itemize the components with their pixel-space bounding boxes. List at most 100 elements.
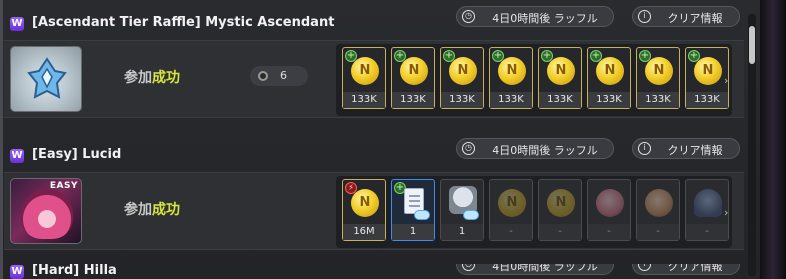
reward-amount: - [686,224,728,240]
participant-count-value: 6 [280,69,287,82]
meso-coin-icon: N [596,57,624,85]
reward-slot[interactable]: + N 133K [685,47,729,109]
join-status: 参加成功 [124,67,180,87]
raffle-timer-pill: ◷ 4日0時間後 ラッフル [456,6,614,27]
difficulty-badge: EASY [49,181,78,191]
reward-slot[interactable]: N- [538,179,582,241]
meso-coin-icon: N [400,57,428,85]
reward-slot[interactable]: + N 133K [636,47,680,109]
background-art [760,0,786,279]
clear-info-button[interactable]: i クリア情報 [632,264,740,275]
meso-coin-icon: N [351,189,379,217]
participant-icon [258,71,268,81]
reward-amount: 16M [343,224,385,240]
reward-amount: - [539,224,581,240]
meso-coin-icon: N [351,57,379,85]
reward-slot[interactable]: - [587,179,631,241]
category-icon: W [10,17,24,31]
reward-amount: 133K [441,92,483,108]
reward-amount: 133K [686,92,728,108]
category-icon: W [10,149,24,163]
reward-slot[interactable]: 1 [440,179,484,241]
section-title: [Easy] Lucid [32,147,122,162]
section-title: [Ascendant Tier Raffle] Mystic Ascendant [32,15,335,30]
boss-row: 参加成功 6 + N 133K + N 133K + N 133K + N 133K + N 133… [4,40,744,118]
lucid-portrait-art [21,189,73,239]
reward-amount: 133K [392,92,434,108]
boss-portrait-lucid: EASY [10,178,82,244]
reward-slot[interactable]: - [685,179,729,241]
panel-edge [0,0,3,279]
reward-slot[interactable]: ⚡ N 16M [342,179,386,241]
join-status: 参加成功 [124,199,180,219]
join-status-result: 成功 [152,70,180,86]
section-header: W [Hard] Hilla ◷ 4日0時間後 ラッフル i クリア情報 [4,264,744,279]
participant-count: 6 [250,66,308,86]
clear-info-button[interactable]: i クリア情報 [632,138,740,159]
meso-coin-icon: N [498,57,526,85]
raffle-timer-pill: ◷ 4日0時間後 ラッフル [456,138,614,159]
meso-coin-icon: N [547,189,575,217]
helmet-icon [694,189,722,217]
raffle-timer-text: 4日0時間後 ラッフル [492,144,598,157]
raffle-timer-pill: ◷ 4日0時間後 ラッフル [456,264,614,275]
reward-slot[interactable]: - [636,179,680,241]
reward-slot[interactable]: +1 [391,179,435,241]
clear-info-button[interactable]: i クリア情報 [632,6,740,27]
raffle-timer-text: 4日0時間後 ラッフル [492,12,598,25]
reward-strip: + N 133K + N 133K + N 133K + N 133K + N 133K + N 133… [336,44,732,116]
section-title: [Hard] Hilla [32,264,117,278]
clock-icon: ◷ [462,10,475,23]
category-icon: W [10,265,24,279]
scroll-rewards-right-icon[interactable]: › [724,74,732,88]
reward-amount: 1 [392,224,434,240]
join-status-result: 成功 [152,202,180,218]
boss-section-lucid: W [Easy] Lucid ◷ 4日0時間後 ラッフル i クリア情報 EAS… [4,138,744,250]
reward-slot[interactable]: + N 133K [489,47,533,109]
reward-amount: 1 [441,224,483,240]
reward-slot[interactable]: + N 133K [391,47,435,109]
info-icon: i [638,10,651,23]
reward-slot[interactable]: + N 133K [587,47,631,109]
raffle-timer-text: 4日0時間後 ラッフル [492,264,598,273]
clear-info-label: クリア情報 [667,12,723,25]
scrollbar-thumb[interactable] [749,26,755,64]
reward-slot[interactable]: + N 133K [342,47,386,109]
reward-amount: 133K [637,92,679,108]
meso-coin-icon: N [645,57,673,85]
boss-section-hilla: W [Hard] Hilla ◷ 4日0時間後 ラッフル i クリア情報 [4,264,744,279]
reward-amount: 133K [490,92,532,108]
pink-orb-icon [596,189,624,217]
meso-coin-icon: N [694,57,722,85]
reward-amount: 133K [343,92,385,108]
section-header: W [Ascendant Tier Raffle] Mystic Ascenda… [4,6,744,40]
clock-icon: ◷ [462,142,475,155]
meso-coin-icon: N [449,57,477,85]
join-status-prefix: 参加 [124,70,152,86]
bronze-orb-icon [645,189,673,217]
reward-amount: - [637,224,679,240]
clear-info-label: クリア情報 [667,264,723,273]
reward-slot[interactable]: + N 133K [440,47,484,109]
vertical-scrollbar[interactable] [748,14,756,276]
raffle-panel: W [Ascendant Tier Raffle] Mystic Ascenda… [0,0,786,279]
reward-strip: ⚡ N 16M +1 1 N- N- - - - › [336,176,732,248]
cloud-icon [463,210,479,220]
reward-amount: 133K [539,92,581,108]
reward-slot[interactable]: N- [489,179,533,241]
reward-amount: - [588,224,630,240]
meso-coin-icon: N [498,189,526,217]
clear-info-label: クリア情報 [667,144,723,157]
boss-row: EASY 参加成功 ⚡ N 16M +1 1 N- N- - - - › [4,172,744,250]
section-header: W [Easy] Lucid ◷ 4日0時間後 ラッフル i クリア情報 [4,138,744,172]
info-icon: i [638,264,651,271]
ascendant-emblem-icon [27,57,67,99]
scroll-rewards-right-icon[interactable]: › [724,206,732,220]
reward-amount: 133K [588,92,630,108]
info-icon: i [638,142,651,155]
reward-slot[interactable]: + N 133K [538,47,582,109]
clock-icon: ◷ [462,264,475,271]
join-status-prefix: 参加 [124,202,152,218]
reward-amount: - [490,224,532,240]
meso-coin-icon: N [547,57,575,85]
